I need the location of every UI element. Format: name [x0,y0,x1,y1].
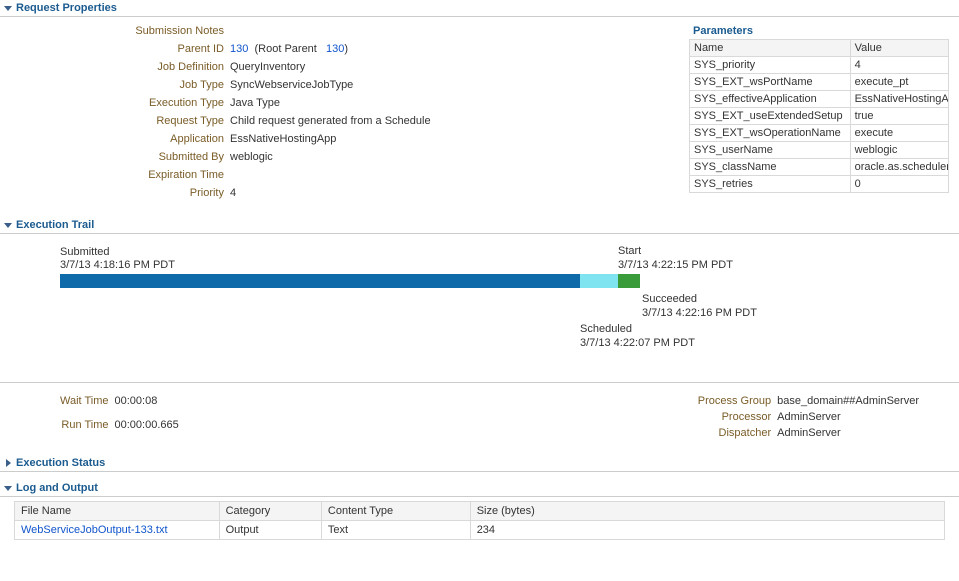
label-processor: Processor [698,409,777,425]
root-parent-suffix: ) [344,43,348,55]
timeline-run-segment [618,274,640,288]
value-priority: 4 [230,185,236,201]
value-parent-id: 130 (Root Parent 130) [230,41,348,57]
log-output-body: File Name Category Content Type Size (by… [0,497,959,550]
section-header-log-output[interactable]: Log and Output [0,480,959,497]
parameters-title: Parameters [689,23,949,39]
parameters-table: Name Value SYS_priority4 SYS_EXT_wsPortN… [689,39,949,193]
value-submitted-by: weblogic [230,149,273,165]
label-job-definition: Job Definition [70,59,230,75]
chevron-down-icon [4,4,13,13]
section-header-execution-status[interactable]: Execution Status [0,455,959,472]
col-category: Category [219,502,321,521]
label-root-parent: Root Parent [258,43,317,55]
label-run-time: Run Time [60,417,115,441]
timeline-scheduled-segment [580,274,618,288]
label-wait-time: Wait Time [60,393,115,417]
succeeded-label: Succeeded [642,292,697,306]
section-title: Log and Output [16,482,98,494]
metrics-row: Wait Time00:00:08 Run Time00:00:00.665 P… [0,383,959,455]
col-size: Size (bytes) [470,502,944,521]
table-row: SYS_priority4 [690,57,949,74]
section-title: Execution Status [16,457,105,469]
value-request-type: Child request generated from a Schedule [230,113,431,129]
label-submitted-by: Submitted By [70,149,230,165]
timeline-wait-segment [60,274,580,288]
parent-id-link[interactable]: 130 [230,43,248,55]
value-run-time: 00:00:00.665 [115,417,179,441]
value-dispatcher: AdminServer [777,425,919,441]
chevron-down-icon [4,484,13,493]
label-execution-type: Execution Type [70,95,230,111]
value-execution-type: Java Type [230,95,280,111]
chevron-down-icon [4,221,13,230]
metrics-left: Wait Time00:00:08 Run Time00:00:00.665 [60,393,179,441]
value-job-definition: QueryInventory [230,59,305,75]
label-parent-id: Parent ID [70,41,230,57]
value-processor: AdminServer [777,409,919,425]
table-row: SYS_effectiveApplicationEssNativeHosting… [690,91,949,108]
parameters-panel: Parameters Name Value SYS_priority4 SYS_… [689,23,949,203]
succeeded-timestamp: 3/7/13 4:22:16 PM PDT [642,306,757,320]
section-header-execution-trail[interactable]: Execution Trail [0,217,959,234]
chevron-right-icon [4,459,13,468]
value-job-type: SyncWebserviceJobType [230,77,353,93]
label-request-type: Request Type [70,113,230,129]
value-application: EssNativeHostingApp [230,131,336,147]
label-priority: Priority [70,185,230,201]
value-wait-time: 00:00:08 [115,393,179,417]
label-application: Application [70,131,230,147]
properties-list: Submission Notes Parent ID 130 (Root Par… [10,23,431,203]
label-expiration-time: Expiration Time [70,167,230,183]
table-row: SYS_EXT_wsPortNameexecute_pt [690,74,949,91]
section-header-request-properties[interactable]: Request Properties [0,0,959,17]
section-title: Request Properties [16,2,117,14]
table-row: SYS_EXT_wsOperationNameexecute [690,125,949,142]
table-row: WebServiceJobOutput-133.txt Output Text … [15,521,945,540]
start-label: Start [618,244,641,258]
table-row: SYS_retries0 [690,176,949,193]
timeline-bar: Start 3/7/13 4:22:15 PM PDT Succeeded 3/… [60,274,890,288]
table-row: SYS_EXT_useExtendedSetuptrue [690,108,949,125]
log-file-link[interactable]: WebServiceJobOutput-133.txt [21,524,168,536]
submitted-label: Submitted [60,246,890,258]
label-job-type: Job Type [70,77,230,93]
execution-trail-body: Submitted 3/7/13 4:18:16 PM PDT Start 3/… [0,234,959,383]
parameters-tbody: SYS_priority4 SYS_EXT_wsPortNameexecute_… [690,57,949,193]
log-category: Output [219,521,321,540]
start-timestamp: 3/7/13 4:22:15 PM PDT [618,258,733,272]
submitted-timestamp: 3/7/13 4:18:16 PM PDT [60,259,890,271]
log-size: 234 [470,521,944,540]
label-dispatcher: Dispatcher [698,425,777,441]
metrics-right: Process Groupbase_domain##AdminServer Pr… [698,393,919,441]
scheduled-timestamp: 3/7/13 4:22:07 PM PDT [580,336,695,350]
table-row: SYS_userNameweblogic [690,142,949,159]
col-value: Value [850,40,948,57]
log-content-type: Text [321,521,470,540]
label-submission-notes: Submission Notes [70,23,230,39]
request-properties-body: Submission Notes Parent ID 130 (Root Par… [0,17,959,217]
col-content-type: Content Type [321,502,470,521]
section-title: Execution Trail [16,219,94,231]
scheduled-label: Scheduled [580,322,632,336]
label-process-group: Process Group [698,393,777,409]
col-file-name: File Name [15,502,220,521]
value-process-group: base_domain##AdminServer [777,393,919,409]
table-row: SYS_classNameoracle.as.scheduler.j [690,159,949,176]
root-parent-link[interactable]: 130 [326,43,344,55]
log-table: File Name Category Content Type Size (by… [14,501,945,540]
col-name: Name [690,40,851,57]
